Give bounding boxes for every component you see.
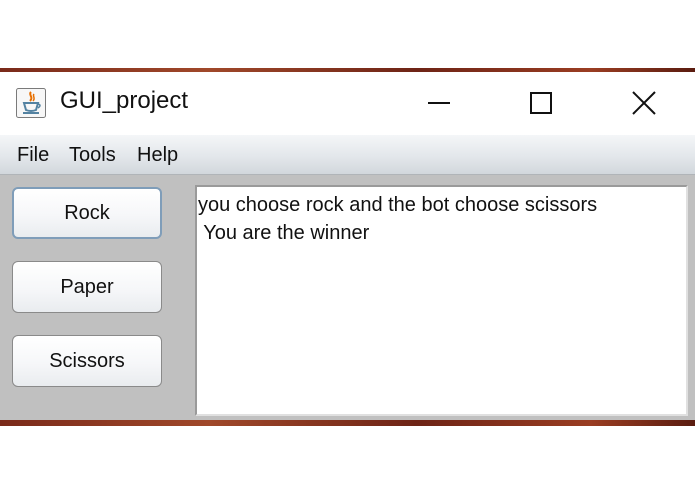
result-text-area[interactable]: you choose rock and the bot choose sciss… xyxy=(195,185,688,416)
menu-help[interactable]: Help xyxy=(137,144,178,167)
minimize-button[interactable] xyxy=(416,80,462,126)
result-line-outcome: You are the winner xyxy=(198,222,370,244)
rock-button[interactable]: Rock xyxy=(12,187,162,239)
window-title: GUI_project xyxy=(60,87,189,114)
minimize-icon xyxy=(428,102,450,104)
result-line-choice: you choose rock and the bot choose sciss… xyxy=(198,194,598,216)
menu-file[interactable]: File xyxy=(17,144,49,167)
close-button[interactable] xyxy=(621,80,667,126)
maximize-button[interactable] xyxy=(518,80,564,126)
maximize-icon xyxy=(530,92,552,114)
close-icon xyxy=(632,91,656,115)
app-window: GUI_project File Tools Help Rock Paper S… xyxy=(0,72,695,420)
scissors-button[interactable]: Scissors xyxy=(12,335,162,387)
java-cup-icon xyxy=(16,88,46,118)
screenshot-page: GUI_project File Tools Help Rock Paper S… xyxy=(0,0,695,494)
paper-button[interactable]: Paper xyxy=(12,261,162,313)
title-bar[interactable]: GUI_project xyxy=(0,72,695,135)
desktop-background-bottom xyxy=(0,420,695,426)
content-panel: Rock Paper Scissors you choose rock and … xyxy=(0,175,695,420)
menu-bar: File Tools Help xyxy=(0,135,695,175)
menu-tools[interactable]: Tools xyxy=(69,144,116,167)
